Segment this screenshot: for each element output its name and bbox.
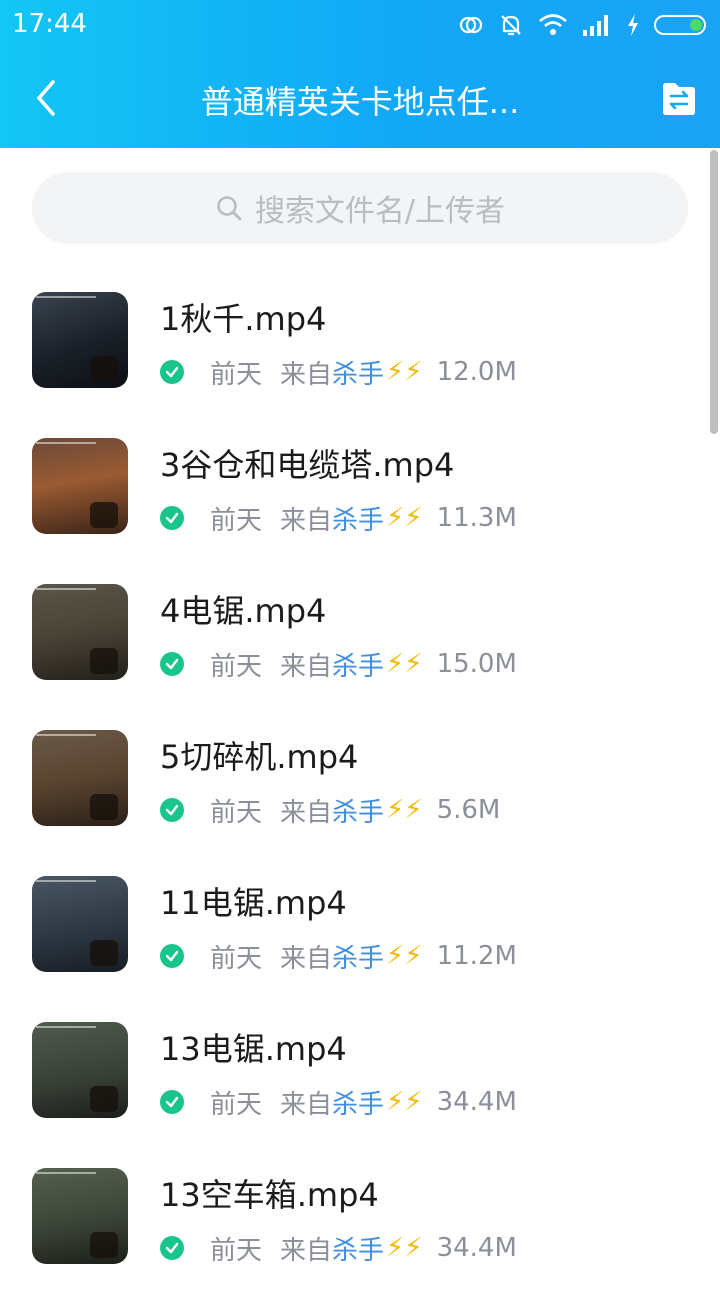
check-icon [160,1090,184,1114]
file-size: 15.0M [436,649,517,679]
video-thumbnail [32,1022,128,1118]
file-date: 前天 [210,651,263,682]
file-size: 11.3M [436,503,517,533]
from-label: 来自 [280,651,333,682]
file-meta: 前天 来自 杀手 ⚡⚡ 15.0M [160,646,517,683]
search-placeholder: 搜索文件名/上传者 [254,194,506,229]
status-icons [458,10,708,40]
file-row[interactable]: 11电锯.mp4 前天 来自 杀手 ⚡⚡ 11.2M [0,852,720,998]
bolt-icon: ⚡⚡ [386,1087,423,1117]
file-meta: 前天 来自 杀手 ⚡⚡ 12.0M [160,354,517,391]
file-name: 3谷仓和电缆塔.mp4 [160,446,455,484]
from-label: 来自 [280,1089,333,1120]
file-row[interactable]: 3谷仓和电缆塔.mp4 前天 来自 杀手 ⚡⚡ 11.3M [0,414,720,560]
bolt-icon: ⚡⚡ [386,795,423,825]
page-title: 普通精英关卡地点任... [200,83,520,121]
bolt-icon: ⚡⚡ [386,357,423,387]
file-name: 11电锯.mp4 [160,884,347,922]
signal-icon [583,15,608,36]
file-transfer-icon [663,83,695,115]
app-header: 17:44 普通精英关卡地点任... [0,0,720,148]
file-row[interactable]: 1秋千.mp4 前天 来自 杀手 ⚡⚡ 12.0M [0,268,720,414]
uploader-link[interactable]: 杀手 [332,1084,384,1121]
video-thumbnail [32,730,128,826]
bolt-icon: ⚡⚡ [386,941,423,971]
search-input[interactable]: 搜索文件名/上传者 [32,172,688,244]
file-meta: 前天 来自 杀手 ⚡⚡ 11.2M [160,938,517,975]
bolt-icon: ⚡⚡ [386,503,423,533]
charging-icon [628,14,638,36]
chevron-left-icon [37,80,55,116]
check-icon [160,944,184,968]
mute-bell-icon [501,15,521,36]
file-date: 前天 [210,943,263,974]
check-icon [160,360,184,384]
file-row[interactable]: 13空车箱.mp4 前天 来自 杀手 ⚡⚡ 34.4M [0,1144,720,1290]
file-date: 前天 [210,797,263,828]
battery-icon [654,15,706,35]
from-label: 来自 [280,1235,333,1266]
file-date: 前天 [210,1089,263,1120]
check-icon [160,652,184,676]
bolt-icon: ⚡⚡ [386,649,423,679]
nav-bar: 普通精英关卡地点任... [0,50,720,148]
uploader-link[interactable]: 杀手 [332,1230,384,1267]
file-date: 前天 [210,359,263,390]
file-date: 前天 [210,505,263,536]
file-size: 34.4M [436,1087,517,1117]
check-icon [160,798,184,822]
video-thumbnail [32,584,128,680]
uploader-link[interactable]: 杀手 [332,500,384,537]
file-size: 34.4M [436,1233,517,1263]
uploader-link[interactable]: 杀手 [332,354,384,391]
bolt-icon: ⚡⚡ [386,1233,423,1263]
file-date: 前天 [210,1235,263,1266]
file-size: 11.2M [436,941,517,971]
transfer-button[interactable] [660,80,698,118]
status-time: 17:44 [12,9,87,39]
file-meta: 前天 来自 杀手 ⚡⚡ 11.3M [160,500,517,537]
video-thumbnail [32,292,128,388]
file-name: 4电锯.mp4 [160,592,327,630]
file-row[interactable]: 4电锯.mp4 前天 来自 杀手 ⚡⚡ 15.0M [0,560,720,706]
file-meta: 前天 来自 杀手 ⚡⚡ 5.6M [160,792,501,829]
from-label: 来自 [280,505,333,536]
file-row[interactable]: 5切碎机.mp4 前天 来自 杀手 ⚡⚡ 5.6M [0,706,720,852]
wifi-icon [539,14,567,35]
from-label: 来自 [280,943,333,974]
check-icon [160,506,184,530]
file-size: 12.0M [436,357,517,387]
from-label: 来自 [280,797,333,828]
from-label: 来自 [280,359,333,390]
video-thumbnail [32,876,128,972]
file-meta: 前天 来自 杀手 ⚡⚡ 34.4M [160,1084,517,1121]
status-bar: 17:44 [0,0,720,50]
video-thumbnail [32,1168,128,1264]
link-icon [459,16,483,34]
file-name: 5切碎机.mp4 [160,738,359,776]
file-name: 13电锯.mp4 [160,1030,347,1068]
uploader-link[interactable]: 杀手 [332,646,384,683]
back-button[interactable] [22,74,70,122]
file-meta: 前天 来自 杀手 ⚡⚡ 34.4M [160,1230,517,1267]
check-icon [160,1236,184,1260]
file-list: 1秋千.mp4 前天 来自 杀手 ⚡⚡ 12.0M 3谷仓和电缆塔.mp4 前天… [0,268,720,1290]
uploader-link[interactable]: 杀手 [332,792,384,829]
file-name: 1秋千.mp4 [160,300,327,338]
uploader-link[interactable]: 杀手 [332,938,384,975]
scrollbar[interactable] [710,150,718,434]
file-row[interactable]: 13电锯.mp4 前天 来自 杀手 ⚡⚡ 34.4M [0,998,720,1144]
file-name: 13空车箱.mp4 [160,1176,379,1214]
video-thumbnail [32,438,128,534]
file-size: 5.6M [436,795,501,825]
search-icon [217,196,242,221]
